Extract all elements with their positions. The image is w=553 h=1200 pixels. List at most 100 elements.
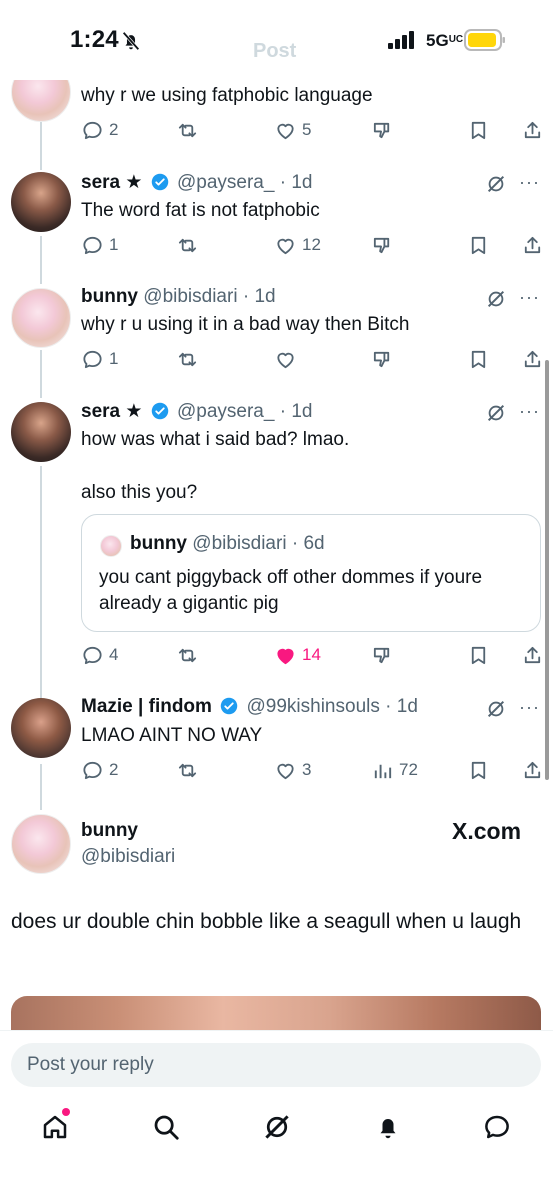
share-button[interactable]	[521, 118, 544, 142]
tweet-text: why r u using it in a bad way then Bitch	[81, 314, 410, 335]
silent-mode-icon	[122, 31, 140, 51]
grok-icon[interactable]	[485, 173, 507, 195]
quoted-tweet[interactable]: bunny @bibisdiari · 6d you cant piggybac…	[81, 514, 541, 632]
bookmark-button[interactable]	[467, 347, 490, 371]
downvote-icon	[373, 237, 390, 253]
like-button[interactable]	[274, 347, 297, 371]
grok-icon[interactable]	[485, 288, 507, 310]
dislike-button[interactable]	[371, 643, 394, 667]
like-button[interactable]: 14	[274, 643, 321, 667]
tweet-actions: 2 5	[81, 118, 546, 142]
tweet-header: sera ★ @paysera_ · 1d	[81, 171, 312, 194]
user-handle[interactable]: @bibisdiari	[143, 286, 237, 307]
more-options-icon[interactable]: ···	[519, 697, 540, 718]
user-handle[interactable]: @paysera_	[177, 401, 274, 422]
scrollbar[interactable]	[545, 360, 549, 780]
home-icon[interactable]	[40, 1112, 70, 1142]
share-button[interactable]	[521, 233, 544, 257]
repost-icon	[178, 648, 197, 662]
reply-button[interactable]: 1	[81, 233, 118, 257]
reply-button[interactable]: 2	[81, 118, 118, 142]
tweet-text: also this you?	[81, 482, 198, 503]
share-button[interactable]	[521, 347, 544, 371]
like-button[interactable]: 3	[274, 758, 311, 782]
thread-line	[40, 466, 42, 700]
share-icon	[524, 350, 541, 367]
dislike-button[interactable]	[371, 233, 394, 257]
grok-icon[interactable]	[485, 402, 507, 424]
bookmark-icon	[471, 236, 486, 254]
dislike-button[interactable]	[371, 347, 394, 371]
messages-icon[interactable]	[482, 1112, 512, 1142]
tweet-text: how was what i said bad? lmao.	[81, 429, 350, 450]
avatar	[100, 535, 122, 557]
repost-icon	[178, 238, 197, 252]
like-button[interactable]: 12	[274, 233, 321, 257]
repost-icon	[178, 123, 197, 137]
reply-icon	[83, 236, 102, 254]
tweet-actions: 4 14	[81, 643, 546, 667]
views-button[interactable]: 72	[371, 758, 418, 782]
thread-line	[40, 764, 42, 810]
avatar[interactable]	[11, 288, 71, 348]
tweet-actions: 2 3 72	[81, 758, 546, 782]
share-button[interactable]	[521, 758, 544, 782]
dislike-button[interactable]	[371, 118, 394, 142]
repost-button[interactable]	[176, 643, 199, 667]
grok-icon[interactable]	[485, 698, 507, 720]
more-options-icon[interactable]: ···	[519, 172, 540, 193]
avatar[interactable]	[11, 698, 71, 758]
bookmark-button[interactable]	[467, 643, 490, 667]
tweet-header: sera ★ @paysera_ · 1d	[81, 400, 312, 423]
display-name: bunny	[130, 533, 187, 554]
avatar[interactable]	[11, 172, 71, 232]
display-name[interactable]: sera ★	[81, 401, 142, 422]
bookmark-button[interactable]	[467, 233, 490, 257]
timestamp: · 1d	[279, 401, 313, 422]
avatar[interactable]	[11, 402, 71, 462]
display-name[interactable]: Mazie | findom	[81, 696, 212, 717]
reply-button[interactable]: 1	[81, 347, 118, 371]
quoted-tweet-text: you cant piggyback off other dommes if y…	[99, 567, 483, 614]
reply-icon	[83, 646, 102, 664]
display-name[interactable]: bunny	[81, 820, 138, 842]
status-bar: 1:24 Post 5GUC	[0, 0, 553, 80]
repost-icon	[178, 763, 197, 777]
user-handle[interactable]: @paysera_	[177, 172, 274, 193]
heart-icon	[277, 763, 294, 779]
network-type: 5GUC	[426, 31, 464, 50]
reply-input[interactable]	[11, 1043, 541, 1087]
repost-icon	[178, 352, 197, 366]
notifications-icon[interactable]	[373, 1112, 403, 1142]
repost-button[interactable]	[176, 233, 199, 257]
search-icon[interactable]	[151, 1112, 181, 1142]
user-handle[interactable]: @99kishinsouls	[247, 696, 380, 717]
bookmark-button[interactable]	[467, 118, 490, 142]
tweet-text: LMAO AINT NO WAY	[81, 725, 263, 746]
like-button[interactable]: 5	[274, 118, 311, 142]
verified-badge-icon	[151, 173, 168, 191]
more-options-icon[interactable]: ···	[519, 401, 540, 422]
reply-button[interactable]: 2	[81, 758, 118, 782]
thread-line	[40, 350, 42, 398]
home-notification-dot	[62, 1108, 70, 1116]
share-icon	[524, 761, 541, 778]
repost-button[interactable]	[176, 347, 199, 371]
repost-button[interactable]	[176, 118, 199, 142]
user-handle[interactable]: @bibisdiari	[81, 846, 175, 868]
display-name[interactable]: bunny	[81, 286, 138, 307]
repost-button[interactable]	[176, 758, 199, 782]
user-handle: @bibisdiari	[192, 533, 287, 554]
share-button[interactable]	[521, 643, 544, 667]
display-name[interactable]: sera ★	[81, 172, 142, 193]
bookmark-icon	[471, 121, 486, 139]
thread-line	[40, 236, 42, 284]
reply-button[interactable]: 4	[81, 643, 118, 667]
bookmark-button[interactable]	[467, 758, 490, 782]
more-options-icon[interactable]: ···	[519, 287, 540, 308]
avatar[interactable]	[11, 814, 71, 874]
bookmark-icon	[471, 761, 486, 779]
reply-icon	[83, 121, 102, 139]
grok-icon[interactable]	[262, 1112, 292, 1142]
battery-icon	[464, 29, 505, 51]
